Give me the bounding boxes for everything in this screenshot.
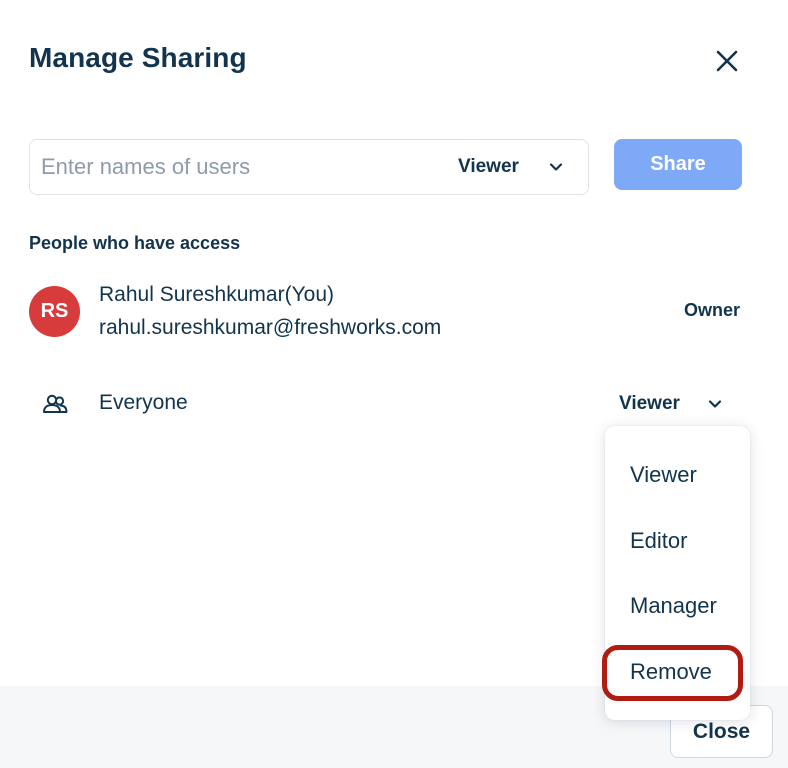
everyone-label: Everyone [99,391,188,414]
chevron-down-icon [708,400,722,408]
person-name: Rahul Sureshkumar(You) [99,283,335,306]
section-label-people-with-access: People who have access [29,233,241,253]
everyone-role-select[interactable]: Viewer [619,389,734,419]
avatar: RS [29,286,80,337]
menu-item-manager[interactable]: Manager [630,593,717,619]
person-role-owner: Owner [684,300,741,320]
role-dropdown-menu: Viewer Editor Manager Remove [605,426,750,720]
everyone-role-label: Viewer [619,393,680,414]
menu-item-remove[interactable]: Remove [630,659,712,685]
share-role-select[interactable]: Viewer [458,140,578,194]
user-input-container: Viewer [29,139,589,195]
manage-sharing-dialog: Manage Sharing Viewer Share People who h… [0,0,788,768]
dialog-title: Manage Sharing [29,42,247,73]
close-dialog-button[interactable] [708,42,746,80]
chevron-down-icon [549,163,563,171]
menu-item-editor[interactable]: Editor [630,528,687,554]
group-icon [43,394,68,413]
avatar-initials: RS [40,300,69,322]
menu-item-viewer[interactable]: Viewer [630,462,697,488]
share-role-label: Viewer [458,156,519,177]
share-button[interactable]: Share [614,139,742,190]
close-icon [716,50,738,72]
person-email: rahul.sureshkumar@freshworks.com [99,316,442,339]
user-search-input[interactable] [41,140,441,194]
